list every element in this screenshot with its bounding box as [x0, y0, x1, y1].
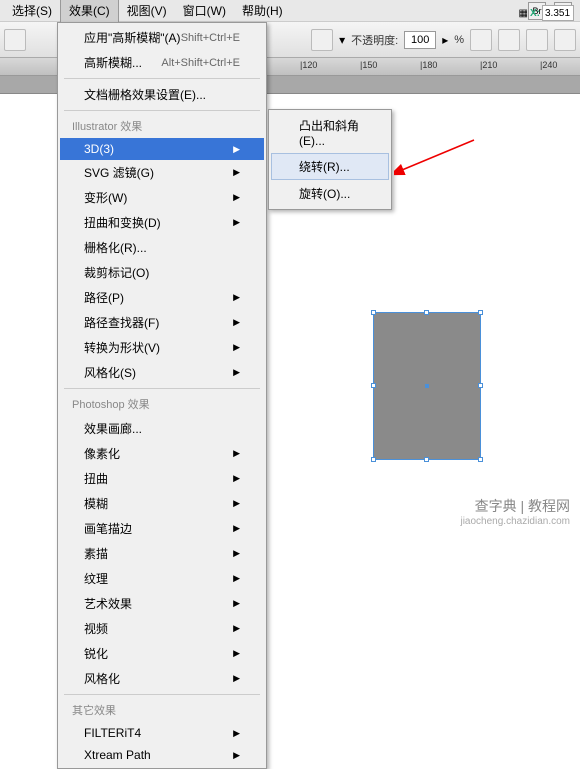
- menu-crop-marks[interactable]: 裁剪标记(O): [60, 260, 264, 285]
- selection-center-icon: [425, 384, 429, 388]
- menu-distort-transform[interactable]: 扭曲和变换(D)▶: [60, 210, 264, 235]
- menubar: 选择(S) 效果(C) 视图(V) 窗口(W) 帮助(H) Br ▦▾: [0, 0, 580, 22]
- menu-select[interactable]: 选择(S): [4, 0, 60, 22]
- menu-apply-recent[interactable]: 应用"高斯模糊"(A)Shift+Ctrl+E: [60, 25, 264, 50]
- menu-separator: [64, 110, 260, 111]
- menu-xtream-path[interactable]: Xtream Path▶: [60, 744, 264, 766]
- ruler-tick: |150: [360, 60, 377, 70]
- submenu-rotate[interactable]: 旋转(O)...: [271, 180, 389, 207]
- chevron-right-icon: ▶: [233, 573, 240, 584]
- ruler-tick: |210: [480, 60, 497, 70]
- menu-texture[interactable]: 纹理▶: [60, 566, 264, 591]
- menu-effects[interactable]: 效果(C): [60, 0, 119, 23]
- menu-warp[interactable]: 变形(W)▶: [60, 185, 264, 210]
- coord-x-input[interactable]: [542, 5, 574, 21]
- menu-pathfinder[interactable]: 路径查找器(F)▶: [60, 310, 264, 335]
- menu-help[interactable]: 帮助(H): [234, 0, 291, 22]
- chevron-right-icon: ▶: [233, 192, 240, 203]
- tool-btn-1[interactable]: [4, 29, 26, 51]
- selected-rectangle[interactable]: [373, 312, 481, 460]
- resize-handle-br[interactable]: [478, 457, 483, 462]
- anchor-icon[interactable]: ▦: [519, 8, 528, 19]
- menu-effect-gallery[interactable]: 效果画廊...: [60, 416, 264, 441]
- chevron-right-icon: ▶: [233, 317, 240, 328]
- menu-separator: [64, 78, 260, 79]
- chevron-right-icon: ▶: [233, 498, 240, 509]
- ruler-tick: |120: [300, 60, 317, 70]
- menu-gaussian-blur[interactable]: 高斯模糊...Alt+Shift+Ctrl+E: [60, 50, 264, 75]
- chevron-right-icon: ▶: [233, 144, 240, 155]
- menu-blur[interactable]: 模糊▶: [60, 491, 264, 516]
- chevron-right-icon: ▶: [233, 367, 240, 378]
- menu-artistic[interactable]: 艺术效果▶: [60, 591, 264, 616]
- chevron-right-icon: ▶: [233, 217, 240, 228]
- menu-distort[interactable]: 扭曲▶: [60, 466, 264, 491]
- menu-stylize-ps[interactable]: 风格化▶: [60, 666, 264, 691]
- ruler-tick: |240: [540, 60, 557, 70]
- dropdown-caret-icon[interactable]: ▾: [339, 33, 345, 47]
- chevron-right-icon: ▶: [233, 292, 240, 303]
- menu-convert-shape[interactable]: 转换为形状(V)▶: [60, 335, 264, 360]
- chevron-right-icon: ▶: [233, 750, 240, 761]
- menu-window[interactable]: 窗口(W): [175, 0, 234, 22]
- chevron-right-icon: ▶: [233, 648, 240, 659]
- menu-3d[interactable]: 3D(3)▶: [60, 138, 264, 160]
- coord-x-label: X:: [530, 8, 540, 19]
- opacity-arrow-icon[interactable]: ▸: [442, 33, 448, 47]
- menu-separator: [64, 694, 260, 695]
- menu-path[interactable]: 路径(P)▶: [60, 285, 264, 310]
- submenu-extrude-bevel[interactable]: 凸出和斜角(E)...: [271, 112, 389, 153]
- watermark: 查字典 | 教程网 jiaocheng.chazidian.com: [460, 496, 570, 527]
- chevron-right-icon: ▶: [233, 167, 240, 178]
- menu-video[interactable]: 视频▶: [60, 616, 264, 641]
- tool-btn-5[interactable]: [526, 29, 548, 51]
- chevron-right-icon: ▶: [233, 728, 240, 739]
- resize-handle-bl[interactable]: [371, 457, 376, 462]
- resize-handle-tm[interactable]: [424, 310, 429, 315]
- resize-handle-tr[interactable]: [478, 310, 483, 315]
- chevron-right-icon: ▶: [233, 598, 240, 609]
- tool-btn-2[interactable]: [311, 29, 333, 51]
- section-illustrator: Illustrator 效果: [60, 114, 264, 138]
- menu-pixelate[interactable]: 像素化▶: [60, 441, 264, 466]
- resize-handle-ml[interactable]: [371, 383, 376, 388]
- menu-svg-filters[interactable]: SVG 滤镜(G)▶: [60, 160, 264, 185]
- chevron-right-icon: ▶: [233, 623, 240, 634]
- menu-raster-settings[interactable]: 文档栅格效果设置(E)...: [60, 82, 264, 107]
- submenu-revolve[interactable]: 绕转(R)...: [271, 153, 389, 180]
- tool-btn-6[interactable]: [554, 29, 576, 51]
- chevron-right-icon: ▶: [233, 523, 240, 534]
- resize-handle-mr[interactable]: [478, 383, 483, 388]
- opacity-unit: %: [454, 34, 464, 46]
- resize-handle-tl[interactable]: [371, 310, 376, 315]
- section-photoshop: Photoshop 效果: [60, 392, 264, 416]
- opacity-label: 不透明度:: [351, 32, 398, 48]
- chevron-right-icon: ▶: [233, 448, 240, 459]
- section-other: 其它效果: [60, 698, 264, 722]
- opacity-input[interactable]: [404, 31, 436, 49]
- resize-handle-bm[interactable]: [424, 457, 429, 462]
- tool-btn-4[interactable]: [498, 29, 520, 51]
- effects-dropdown: 应用"高斯模糊"(A)Shift+Ctrl+E 高斯模糊...Alt+Shift…: [57, 22, 267, 769]
- chevron-right-icon: ▶: [233, 673, 240, 684]
- menu-sketch[interactable]: 素描▶: [60, 541, 264, 566]
- menu-separator: [64, 388, 260, 389]
- menu-filterit4[interactable]: FILTERiT4▶: [60, 722, 264, 744]
- menu-sharpen[interactable]: 锐化▶: [60, 641, 264, 666]
- tool-btn-3[interactable]: [470, 29, 492, 51]
- coord-display: ▦ X:: [519, 5, 574, 21]
- menu-view[interactable]: 视图(V): [119, 0, 175, 22]
- chevron-right-icon: ▶: [233, 473, 240, 484]
- menu-rasterize[interactable]: 栅格化(R)...: [60, 235, 264, 260]
- chevron-right-icon: ▶: [233, 342, 240, 353]
- chevron-right-icon: ▶: [233, 548, 240, 559]
- menu-brush-strokes[interactable]: 画笔描边▶: [60, 516, 264, 541]
- submenu-3d: 凸出和斜角(E)... 绕转(R)... 旋转(O)...: [268, 109, 392, 210]
- ruler-tick: |180: [420, 60, 437, 70]
- menu-stylize-ai[interactable]: 风格化(S)▶: [60, 360, 264, 385]
